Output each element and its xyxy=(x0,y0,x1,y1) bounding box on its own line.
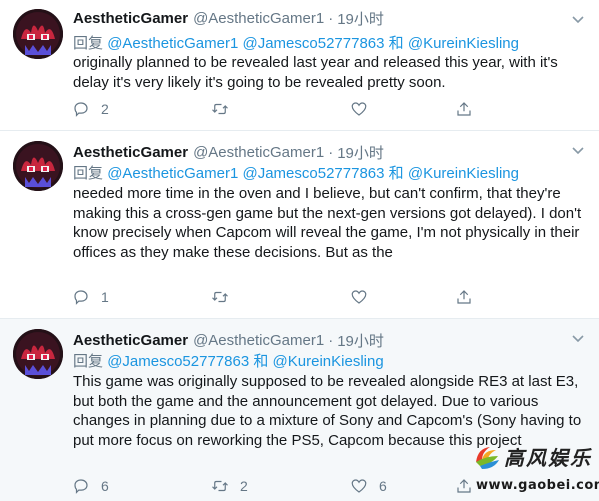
action-bar: 1 xyxy=(72,287,473,307)
tweet[interactable]: AestheticGamer @AestheticGamer1 · 19小时 回… xyxy=(0,131,599,319)
display-name[interactable]: AestheticGamer xyxy=(73,144,188,161)
retweet-icon xyxy=(212,291,228,303)
reply-context: 回复 @AestheticGamer1 @Jamesco52777863 和 @… xyxy=(73,162,519,183)
display-name[interactable]: AestheticGamer xyxy=(73,10,188,27)
heart-icon xyxy=(351,290,367,304)
avatar[interactable] xyxy=(13,329,63,379)
retweet-button[interactable] xyxy=(211,100,350,118)
reply-button[interactable]: 1 xyxy=(72,288,211,306)
mention-link[interactable]: @AestheticGamer1 xyxy=(107,35,238,52)
avatar[interactable] xyxy=(13,9,63,59)
reply-count: 6 xyxy=(101,478,109,494)
share-button[interactable] xyxy=(455,288,473,306)
reply-button[interactable]: 2 xyxy=(72,100,211,118)
reply-icon xyxy=(74,102,88,117)
share-button[interactable] xyxy=(455,100,473,118)
display-name[interactable]: AestheticGamer xyxy=(73,332,188,349)
handle[interactable]: @AestheticGamer1 xyxy=(193,10,324,27)
reply-button[interactable]: 6 xyxy=(72,477,211,495)
avatar[interactable] xyxy=(13,141,63,191)
tweet-text: This game was originally supposed to be … xyxy=(73,373,582,449)
reply-icon xyxy=(74,290,88,305)
mention-link[interactable]: @KureinKiesling xyxy=(408,165,519,182)
mention-link[interactable]: @Jamesco52777863 xyxy=(107,353,249,370)
and-word: 和 xyxy=(388,165,404,182)
mention-link[interactable]: @AestheticGamer1 xyxy=(107,165,238,182)
reply-context: 回复 @Jamesco52777863 和 @KureinKiesling xyxy=(73,350,384,371)
retweet-button[interactable] xyxy=(211,288,350,306)
tweet[interactable]: AestheticGamer @AestheticGamer1 · 19小时 回… xyxy=(0,0,599,131)
mention-link[interactable]: @KureinKiesling xyxy=(273,353,384,370)
action-bar: 2 xyxy=(72,99,473,119)
reply-count: 1 xyxy=(101,289,109,305)
watermark-logo-icon xyxy=(476,447,499,469)
retweet-button[interactable]: 2 xyxy=(211,477,350,495)
like-button[interactable] xyxy=(350,288,455,306)
watermark-url: www.gaobei.com xyxy=(476,478,599,493)
handle[interactable]: @AestheticGamer1 xyxy=(193,332,324,349)
tweet-text: originally planned to be revealed last y… xyxy=(73,54,558,91)
action-bar: 6 2 6 xyxy=(72,476,473,496)
and-word: 和 xyxy=(253,353,269,370)
reply-count: 2 xyxy=(101,101,109,117)
separator-dot: · xyxy=(328,9,334,27)
chevron-down-icon[interactable] xyxy=(571,12,585,26)
watermark: 高风娱乐 www.gaobei.com xyxy=(470,440,599,498)
reply-context: 回复 @AestheticGamer1 @Jamesco52777863 和 @… xyxy=(73,32,519,53)
retweet-count: 2 xyxy=(240,478,248,494)
watermark-text: 高风娱乐 xyxy=(504,446,592,470)
like-button[interactable] xyxy=(350,100,455,118)
like-count: 6 xyxy=(379,478,387,494)
reply-prefix: 回复 xyxy=(73,353,104,370)
and-word: 和 xyxy=(388,35,404,52)
chevron-down-icon[interactable] xyxy=(571,331,585,345)
separator-dot: · xyxy=(328,143,334,161)
tweet-text: needed more time in the oven and I belie… xyxy=(73,185,582,261)
share-icon xyxy=(457,102,471,116)
reply-prefix: 回复 xyxy=(73,35,104,52)
mention-link[interactable]: @Jamesco52777863 xyxy=(242,35,384,52)
reply-icon xyxy=(74,479,88,494)
like-button[interactable]: 6 xyxy=(350,477,455,495)
handle[interactable]: @AestheticGamer1 xyxy=(193,144,324,161)
heart-icon xyxy=(351,479,367,493)
heart-icon xyxy=(351,102,367,116)
retweet-icon xyxy=(212,103,228,115)
timestamp[interactable]: 19小时 xyxy=(337,142,384,163)
timestamp[interactable]: 19小时 xyxy=(337,330,384,351)
mention-link[interactable]: @KureinKiesling xyxy=(408,35,519,52)
reply-prefix: 回复 xyxy=(73,165,104,182)
separator-dot: · xyxy=(328,331,334,349)
timestamp[interactable]: 19小时 xyxy=(337,8,384,29)
share-icon xyxy=(457,290,471,304)
chevron-down-icon[interactable] xyxy=(571,143,585,157)
mention-link[interactable]: @Jamesco52777863 xyxy=(242,165,384,182)
retweet-icon xyxy=(212,480,228,492)
